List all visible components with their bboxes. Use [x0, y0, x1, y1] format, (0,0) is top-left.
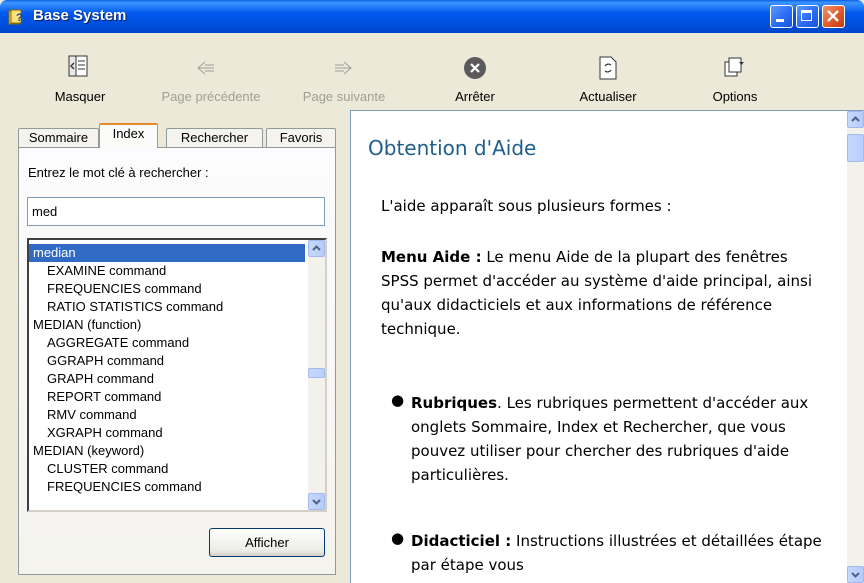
tab-index[interactable]: Index: [99, 123, 158, 148]
topic-title: Obtention d'Aide: [368, 136, 537, 160]
keyword-label: Entrez le mot clé à rechercher :: [28, 165, 209, 180]
content-scroll-down-button[interactable]: [847, 566, 864, 583]
close-button[interactable]: [822, 5, 845, 28]
hide-pane-icon: [68, 55, 88, 77]
chevron-down-icon: [851, 572, 860, 578]
minimize-button[interactable]: [770, 5, 793, 28]
index-list[interactable]: median EXAMINE command FREQUENCIES comma…: [27, 238, 327, 512]
content-scrollbar[interactable]: [847, 111, 864, 583]
list-item[interactable]: median: [29, 244, 305, 262]
list-item[interactable]: AGGREGATE command: [47, 334, 189, 352]
tutorial-paragraph: Didacticiel : Instructions illustrées et…: [411, 529, 836, 577]
options-button[interactable]: Options: [700, 89, 770, 104]
list-item[interactable]: XGRAPH command: [47, 424, 163, 442]
tab-search[interactable]: Rechercher: [166, 128, 263, 147]
topics-heading: Rubriques: [411, 394, 498, 412]
help-content: Obtention d'Aide L'aide apparaît sous pl…: [350, 110, 864, 583]
intro-text: L'aide apparaît sous plusieurs formes :: [381, 197, 672, 215]
list-item[interactable]: CLUSTER command: [47, 460, 168, 478]
list-item[interactable]: EXAMINE command: [47, 262, 166, 280]
index-list-scrollbar[interactable]: [308, 240, 325, 510]
close-icon: [827, 10, 839, 22]
scroll-thumb[interactable]: [308, 368, 325, 378]
list-item[interactable]: MEDIAN (function): [33, 316, 141, 334]
bullet-icon: ●: [391, 529, 405, 547]
tab-contents[interactable]: Sommaire: [18, 128, 99, 147]
menu-heading: Menu Aide :: [381, 248, 482, 266]
back-button[interactable]: Page précédente: [146, 89, 276, 104]
stop-button[interactable]: Arrêter: [440, 89, 510, 104]
refresh-button[interactable]: Actualiser: [566, 89, 650, 104]
maximize-icon: [801, 10, 812, 21]
refresh-icon: [599, 56, 617, 80]
list-item[interactable]: RATIO STATISTICS command: [47, 298, 223, 316]
maximize-button[interactable]: [796, 5, 819, 28]
chevron-up-icon: [312, 245, 321, 251]
chevron-down-icon: [312, 499, 321, 505]
list-item[interactable]: MEDIAN (keyword): [33, 442, 144, 460]
window-title: Base System: [33, 7, 127, 24]
list-item[interactable]: FREQUENCIES command: [47, 280, 202, 298]
show-button[interactable]: Afficher: [209, 528, 325, 557]
forward-button[interactable]: Page suivante: [291, 89, 397, 104]
list-item[interactable]: REPORT command: [47, 388, 161, 406]
svg-text:?: ?: [16, 12, 23, 24]
minimize-icon: [776, 19, 784, 22]
stop-icon: [464, 57, 486, 79]
pane-splitter[interactable]: [341, 110, 350, 583]
content-scroll-thumb[interactable]: [847, 134, 864, 162]
menu-paragraph: Menu Aide : Le menu Aide de la plupart d…: [381, 245, 826, 341]
title-bar[interactable]: ? Base System: [0, 0, 864, 33]
options-icon: [724, 57, 744, 77]
help-window: ? Base System Masquer Page précédente Pa…: [0, 0, 864, 583]
tutorial-heading: Didacticiel :: [411, 532, 512, 550]
forward-arrow-icon: [335, 61, 352, 75]
list-item[interactable]: FREQUENCIES command: [47, 478, 202, 496]
help-book-icon: ?: [8, 9, 23, 25]
list-item[interactable]: RMV command: [47, 406, 137, 424]
hide-button[interactable]: Masquer: [48, 89, 112, 104]
chevron-up-icon: [851, 116, 860, 122]
content-scroll-up-button[interactable]: [847, 111, 864, 128]
keyword-input[interactable]: [27, 197, 325, 226]
bullet-icon: ●: [391, 391, 405, 409]
topics-paragraph: Rubriques. Les rubriques permettent d'ac…: [411, 391, 836, 487]
scroll-up-button[interactable]: [308, 240, 325, 257]
tab-favorites[interactable]: Favoris: [266, 128, 336, 147]
list-item[interactable]: GGRAPH command: [47, 352, 164, 370]
back-arrow-icon: [197, 61, 214, 75]
list-item[interactable]: GRAPH command: [47, 370, 154, 388]
scroll-down-button[interactable]: [308, 493, 325, 510]
